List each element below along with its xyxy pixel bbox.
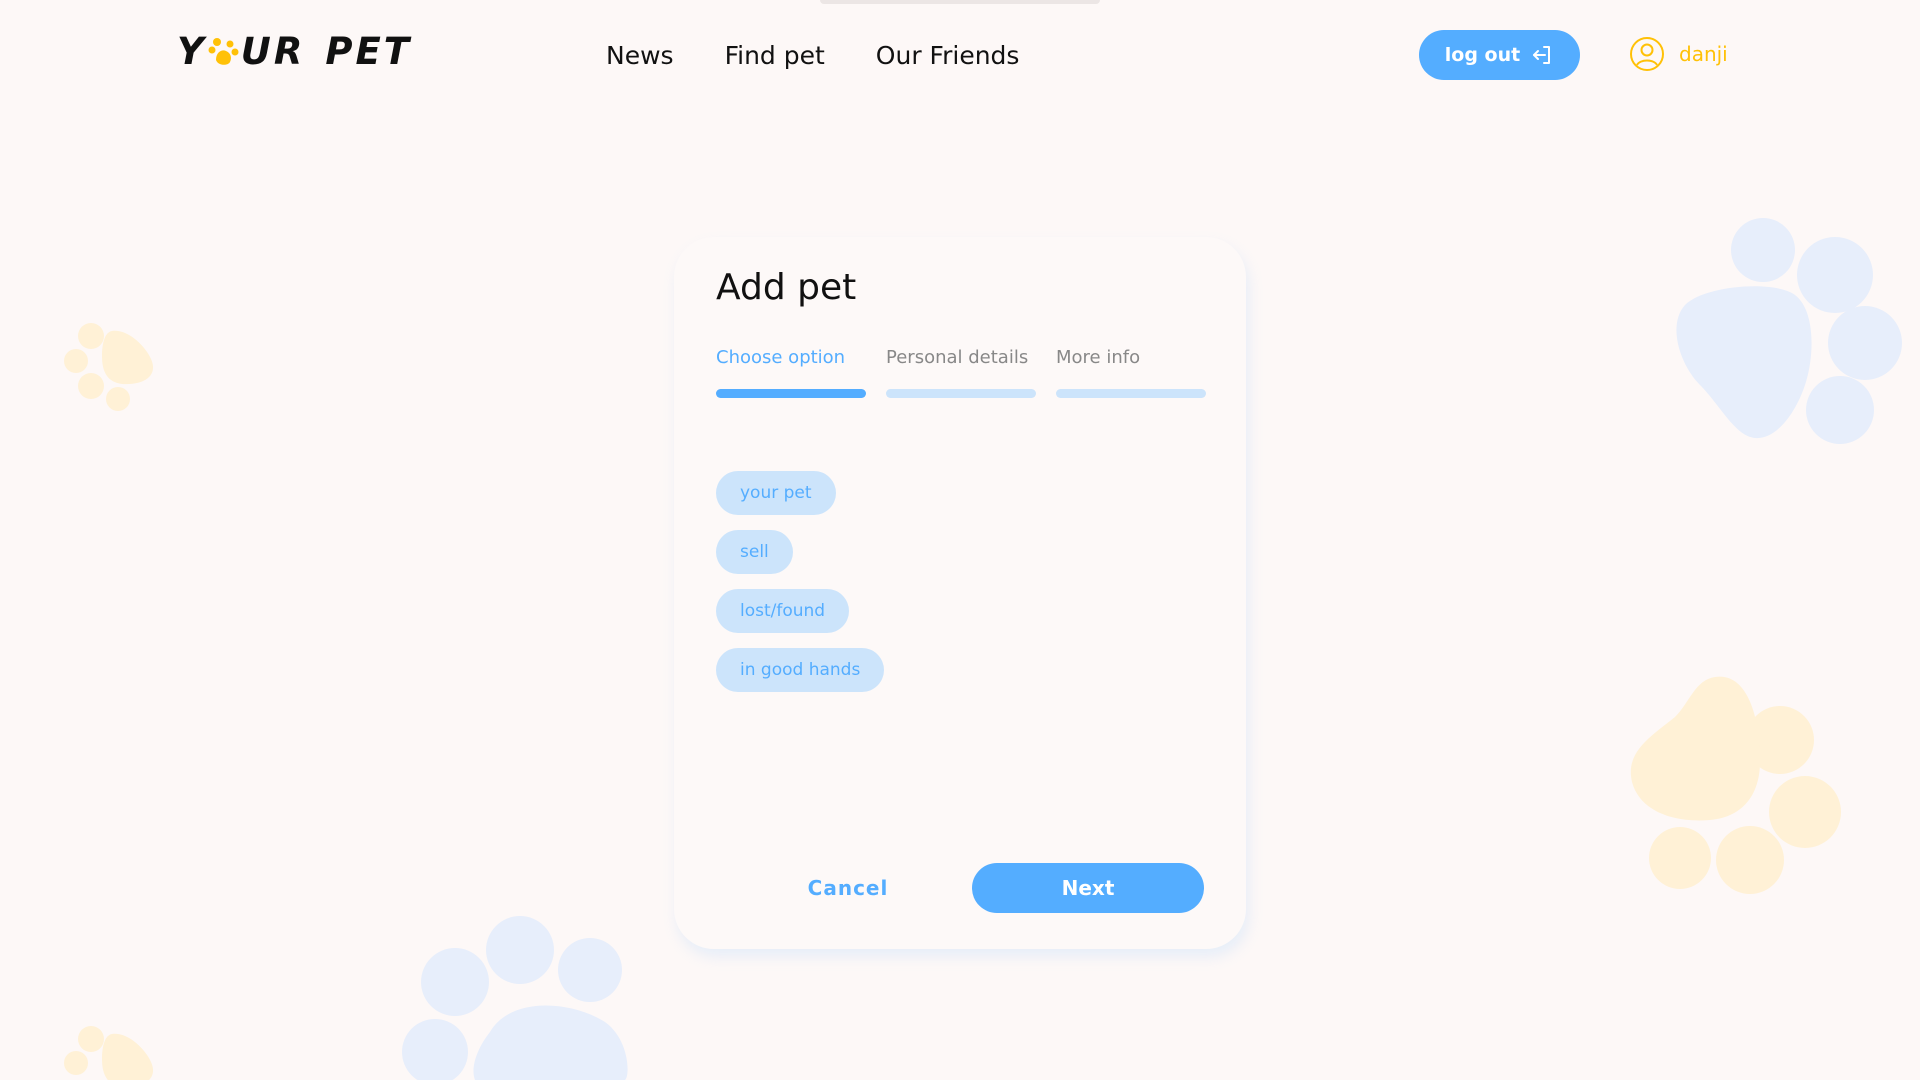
option-list: your pet sell lost/found in good hands	[716, 471, 885, 692]
header-divider	[820, 0, 1100, 4]
option-your-pet[interactable]: your pet	[716, 471, 836, 515]
logo-letter: Y	[177, 30, 207, 73]
option-sell[interactable]: sell	[716, 530, 793, 574]
paw-decoration-icon	[64, 1026, 154, 1080]
step-choose-option: Choose option	[716, 347, 866, 398]
step-personal-details: Personal details	[886, 347, 1036, 398]
option-in-good-hands[interactable]: in good hands	[716, 648, 885, 692]
header: Y UR PET News Find pet Our Friends log o…	[0, 0, 1920, 110]
step-more-info: More info	[1056, 347, 1206, 398]
paw-decoration-icon	[1630, 676, 1841, 894]
add-pet-modal: Add pet Choose option Personal details M…	[674, 237, 1246, 949]
option-lost-found[interactable]: lost/found	[716, 589, 850, 633]
step-progress-bar	[716, 389, 866, 398]
nav-link-news[interactable]: News	[606, 38, 674, 74]
user-icon	[1630, 37, 1664, 71]
logo-word: PET	[325, 30, 412, 73]
logout-label: log out	[1444, 44, 1521, 66]
modal-title: Add pet	[716, 267, 857, 308]
logo-word: UR	[240, 30, 306, 73]
logout-icon	[1533, 46, 1551, 64]
logo[interactable]: Y UR PET	[177, 30, 412, 73]
stepper: Choose option Personal details More info	[716, 347, 1206, 398]
logout-button[interactable]: log out	[1419, 30, 1580, 80]
step-label: Personal details	[886, 347, 1029, 368]
cancel-button[interactable]: Cancel	[774, 863, 922, 913]
next-button[interactable]: Next	[972, 863, 1204, 913]
step-progress-bar	[886, 389, 1036, 398]
main-nav: News Find pet Our Friends	[606, 38, 1070, 74]
user-menu[interactable]: danji	[1629, 36, 1728, 72]
paw-decoration-icon	[402, 916, 628, 1080]
nav-link-find-pet[interactable]: Find pet	[725, 38, 825, 74]
paw-decoration-icon	[64, 323, 154, 411]
page: Y UR PET News Find pet Our Friends log o…	[0, 0, 1920, 1080]
user-name: danji	[1679, 42, 1728, 66]
nav-link-our-friends[interactable]: Our Friends	[876, 38, 1020, 74]
step-label: More info	[1056, 347, 1141, 368]
step-label: Choose option	[716, 347, 846, 368]
paw-logo-icon	[208, 37, 239, 65]
step-progress-bar	[1056, 389, 1206, 398]
paw-decoration-icon	[1676, 218, 1902, 444]
